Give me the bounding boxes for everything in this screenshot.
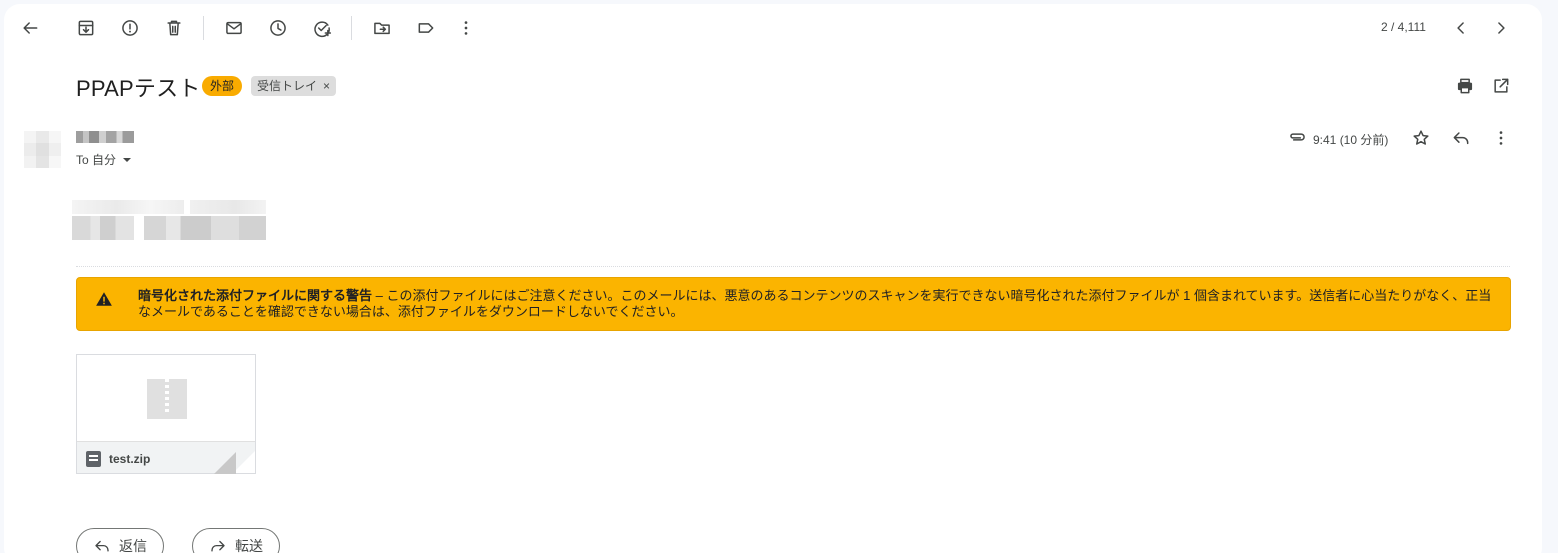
forward-button-label: 転送 xyxy=(235,538,263,553)
caret-down-icon[interactable] xyxy=(123,157,132,162)
label-icon[interactable] xyxy=(410,12,442,44)
close-icon[interactable]: × xyxy=(323,76,330,96)
message-counter: 2 / 4,111 xyxy=(1381,20,1426,34)
reply-button-label: 返信 xyxy=(119,538,147,553)
open-new-window-icon[interactable] xyxy=(1485,70,1517,102)
encrypted-attachment-warning: 暗号化された添付ファイルに関する警告 – この添付ファイルにはご注意ください。こ… xyxy=(76,277,1511,331)
toolbar-divider xyxy=(351,16,352,40)
reply-icon xyxy=(95,540,109,552)
page-title: PPAPテスト xyxy=(76,76,201,101)
add-task-icon[interactable] xyxy=(306,12,338,44)
more-vertical-icon[interactable] xyxy=(1485,122,1517,154)
page-fold-shadow xyxy=(214,452,236,474)
move-to-folder-icon[interactable] xyxy=(366,12,398,44)
message-time: 9:41 (10 分前) xyxy=(1313,133,1389,147)
snooze-clock-icon[interactable] xyxy=(262,12,294,44)
more-vertical-icon[interactable] xyxy=(450,12,482,44)
avatar xyxy=(24,131,61,168)
warning-icon xyxy=(96,292,112,306)
forward-button[interactable]: 転送 xyxy=(192,528,280,553)
redacted-text xyxy=(190,200,266,214)
reply-icon[interactable] xyxy=(1445,122,1477,154)
recipient-label: To 自分 xyxy=(76,153,117,167)
warning-title: 暗号化された添付ファイルに関する警告 xyxy=(138,288,373,303)
recipient-details[interactable]: To 自分 xyxy=(76,151,132,168)
forward-icon xyxy=(211,540,225,552)
label-inbox-text: 受信トレイ xyxy=(257,79,318,93)
zip-file-icon xyxy=(147,379,187,419)
mark-unread-icon[interactable] xyxy=(218,12,250,44)
toolbar-divider xyxy=(203,16,204,40)
report-spam-icon[interactable] xyxy=(114,12,146,44)
archive-icon[interactable] xyxy=(70,12,102,44)
redacted-text xyxy=(72,216,134,240)
redacted-text xyxy=(72,200,184,214)
delete-icon[interactable] xyxy=(158,12,190,44)
attachment-preview xyxy=(77,355,255,441)
label-inbox[interactable]: 受信トレイ × xyxy=(251,76,337,96)
archive-file-icon xyxy=(86,451,101,467)
print-icon[interactable] xyxy=(1449,70,1481,102)
chevron-left-icon[interactable] xyxy=(1445,12,1477,44)
warning-text: 暗号化された添付ファイルに関する警告 – この添付ファイルにはご注意ください。こ… xyxy=(138,288,1498,320)
sender-name-redacted xyxy=(76,131,134,143)
chevron-right-icon[interactable] xyxy=(1485,12,1517,44)
redacted-text xyxy=(144,216,266,240)
attachment-divider xyxy=(76,266,1510,267)
page-fold-corner xyxy=(233,451,255,473)
reply-button[interactable]: 返信 xyxy=(76,528,164,553)
attachment-clip-icon xyxy=(1281,121,1313,153)
label-external[interactable]: 外部 xyxy=(202,76,243,96)
star-icon[interactable] xyxy=(1405,122,1437,154)
warning-separator: – xyxy=(372,288,387,303)
back-arrow-icon[interactable] xyxy=(14,12,46,44)
attachment-filename: test.zip xyxy=(109,452,151,466)
